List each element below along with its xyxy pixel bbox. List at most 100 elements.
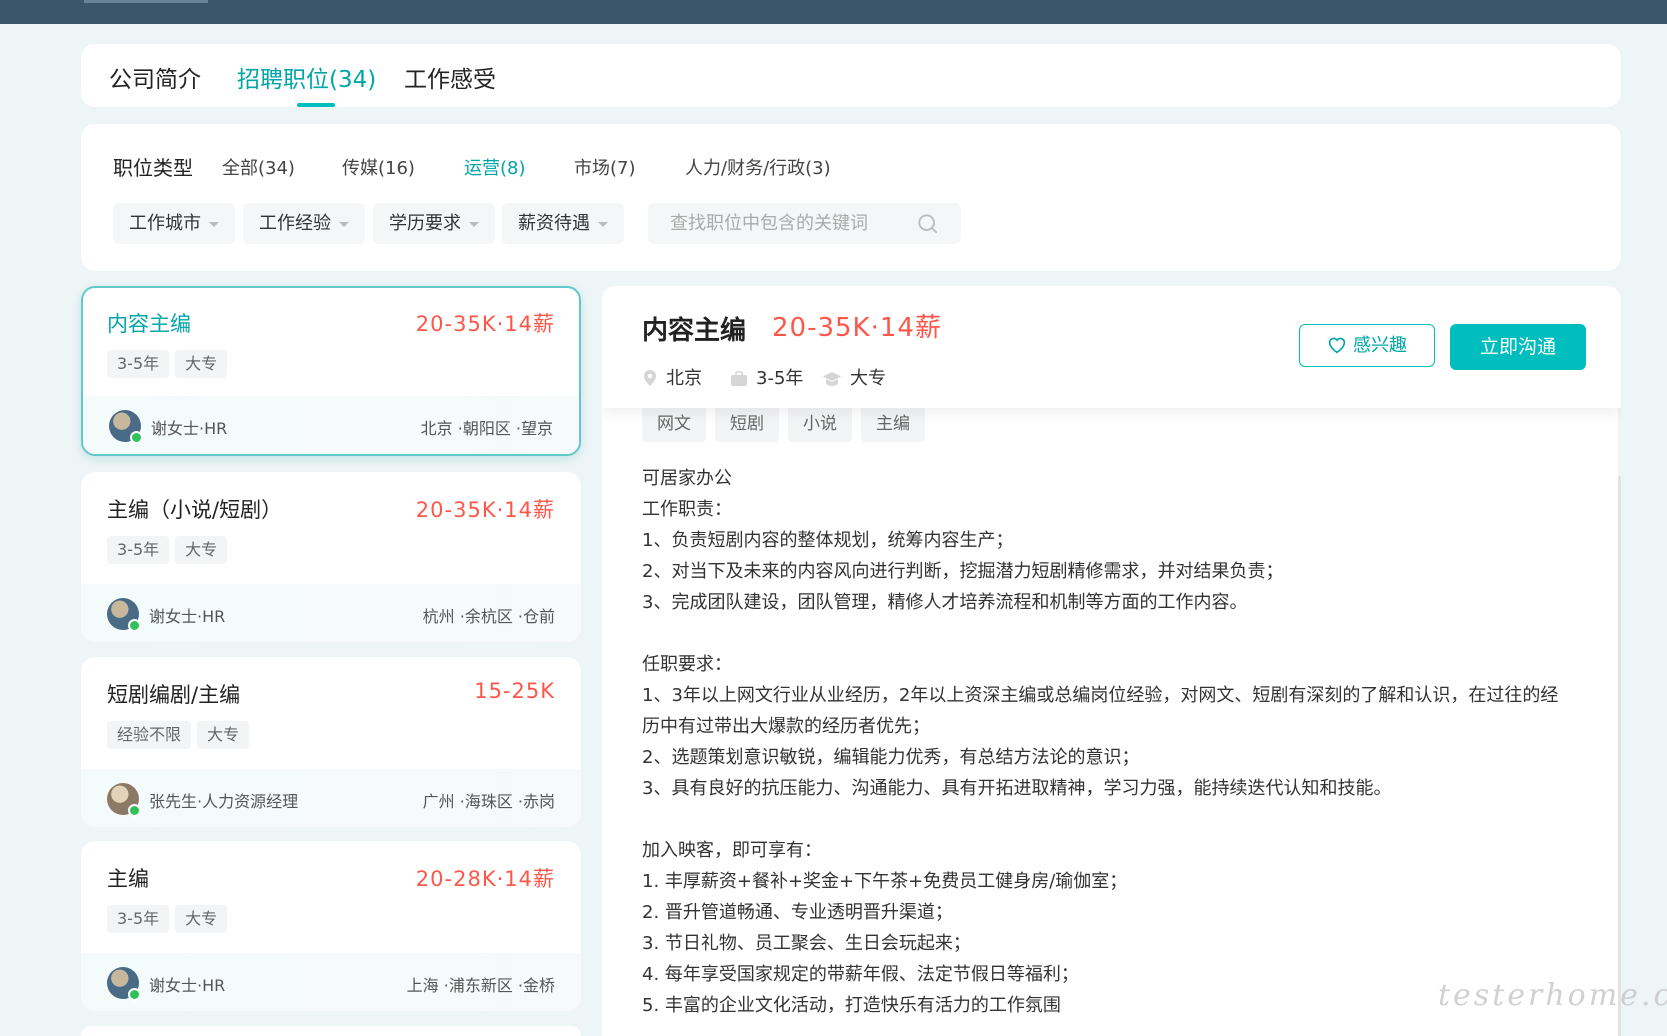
job-card-footer: 谢女士·HR 杭州 ·余杭区 ·仓前	[81, 584, 581, 642]
detail-city-text: 北京	[666, 368, 702, 389]
job-card-footer: 张先生·人力资源经理 广州 ·海珠区 ·赤岗	[81, 769, 581, 827]
detail-experience: 3-5年	[730, 364, 803, 390]
recruiter-name: 谢女士·HR	[149, 976, 226, 995]
dropdown-education-label: 学历要求	[389, 213, 461, 234]
search-icon[interactable]	[917, 213, 939, 235]
tab-company-intro[interactable]: 公司简介	[109, 60, 201, 94]
job-location: 广州 ·海珠区 ·赤岗	[422, 792, 555, 811]
detail-title: 内容主编	[642, 316, 747, 346]
keyword-search	[648, 203, 961, 244]
description-line: 任职要求：	[642, 654, 732, 675]
job-tag: 3-5年	[107, 350, 170, 378]
active-tab-underline	[297, 103, 335, 107]
job-salary: 20-35K·14薪	[415, 498, 555, 522]
job-card[interactable]: 主编（小说/短剧） 20-35K·14薪 3-5年 大专 谢女士·HR 杭州 ·余…	[81, 472, 581, 642]
description-line: 可居家办公	[642, 468, 732, 489]
description-line: 1、负责短剧内容的整体规划，统筹内容生产；	[642, 530, 1014, 551]
job-card[interactable]: 主编 20-28K·14薪 3-5年 大专 谢女士·HR 上海 ·浦东新区 ·金桥	[81, 841, 581, 1011]
job-card-footer: 谢女士·HR 上海 ·浦东新区 ·金桥	[81, 953, 581, 1011]
job-tags: 3-5年 大专	[107, 905, 233, 933]
recruiter-name: 谢女士·HR	[151, 419, 228, 438]
job-detail-header: 内容主编 20-35K·14薪 北京 3-5年 大专 感兴趣 立即沟通	[602, 286, 1621, 408]
description-line	[642, 804, 1592, 835]
keyword-search-input[interactable]	[648, 203, 898, 244]
job-title: 内容主编	[107, 312, 191, 336]
detail-salary: 20-35K·14薪	[772, 313, 942, 343]
chat-now-button[interactable]: 立即沟通	[1450, 324, 1586, 370]
top-navbar	[0, 0, 1667, 24]
tab-work-reviews[interactable]: 工作感受	[404, 60, 496, 94]
caret-down-icon	[209, 221, 219, 227]
job-title: 短剧编剧/主编	[107, 683, 241, 707]
job-tag: 大专	[175, 536, 228, 564]
heart-icon	[1328, 337, 1346, 354]
dropdown-experience[interactable]: 工作经验	[243, 203, 365, 244]
detail-city: 北京	[642, 364, 702, 390]
job-title: 主编	[107, 867, 149, 891]
job-tags: 3-5年 大专	[107, 536, 233, 564]
description-line: 2、对当下及未来的内容风向进行判断，挖掘潜力短剧精修需求，并对结果负责；	[642, 561, 1284, 582]
description-line: 历中有过带出大爆款的经历者优先；	[642, 716, 930, 737]
description-line: 加入映客，即可享有：	[642, 840, 822, 861]
job-filter-panel: 职位类型 全部(34) 传媒(16) 运营(8) 市场(7) 人力/财务/行政(…	[81, 124, 1621, 271]
recruiter-name: 张先生·人力资源经理	[149, 792, 299, 811]
category-media[interactable]: 传媒(16)	[342, 154, 415, 180]
detail-tag: 短剧	[715, 406, 779, 442]
description-line: 3、完成团队建设，团队管理，精修人才培养流程和机制等方面的工作内容。	[642, 592, 1248, 613]
caret-down-icon	[339, 221, 349, 227]
category-all[interactable]: 全部(34)	[222, 154, 295, 180]
job-card[interactable]: 内容主编 20-35K·14薪 3-5年 大专 谢女士·HR 北京 ·朝阳区 ·望…	[81, 286, 581, 456]
job-card[interactable]: 短剧编剧/主编 15-25K 经验不限 大专 张先生·人力资源经理 广州 ·海珠区…	[81, 657, 581, 827]
job-location: 北京 ·朝阳区 ·望京	[420, 419, 553, 438]
dropdown-city-label: 工作城市	[129, 213, 201, 234]
interest-button[interactable]: 感兴趣	[1299, 324, 1435, 367]
job-detail-panel: 内容主编 20-35K·14薪 北京 3-5年 大专 感兴趣 立即沟通 网文 短剧…	[602, 286, 1621, 1036]
avatar	[107, 967, 141, 1001]
job-tag: 大专	[175, 350, 228, 378]
online-status-dot	[128, 804, 141, 817]
watermark: testerhome.com	[1438, 978, 1667, 1013]
job-title: 主编（小说/短剧）	[107, 498, 283, 522]
job-salary: 15-25K	[474, 679, 555, 703]
description-line	[642, 618, 1592, 649]
dropdown-education[interactable]: 学历要求	[373, 203, 495, 244]
description-line: 1. 丰厚薪资+餐补+奖金+下午茶+免费员工健身房/瑜伽室；	[642, 871, 1128, 892]
online-status-dot	[128, 988, 141, 1001]
dropdown-city[interactable]: 工作城市	[113, 203, 235, 244]
category-marketing[interactable]: 市场(7)	[574, 154, 636, 180]
briefcase-icon	[731, 371, 747, 386]
description-line: 3、具有良好的抗压能力、沟通能力、具有开拓进取精神，学习力强，能持续迭代认知和技…	[642, 778, 1392, 799]
navbar-indicator	[84, 0, 208, 3]
job-card[interactable]	[81, 1026, 581, 1036]
job-tag: 经验不限	[107, 721, 192, 749]
detail-tags: 网文 短剧 小说 主编	[642, 406, 934, 442]
caret-down-icon	[469, 221, 479, 227]
category-operations[interactable]: 运营(8)	[464, 154, 526, 180]
category-hr-finance-admin[interactable]: 人力/财务/行政(3)	[685, 154, 831, 180]
filter-title: 职位类型	[113, 156, 193, 180]
detail-education-text: 大专	[850, 368, 886, 389]
online-status-dot	[130, 431, 143, 444]
job-salary: 20-35K·14薪	[415, 312, 555, 336]
job-location: 上海 ·浦东新区 ·金桥	[406, 976, 555, 995]
dropdown-salary[interactable]: 薪资待遇	[502, 203, 624, 244]
avatar	[107, 598, 141, 632]
description-line: 2、选题策划意识敏锐，编辑能力优秀，有总结方法论的意识；	[642, 747, 1140, 768]
job-tags: 经验不限 大专	[107, 721, 255, 749]
job-tag: 3-5年	[107, 905, 170, 933]
tab-job-openings[interactable]: 招聘职位(34)	[237, 60, 376, 94]
avatar	[109, 410, 143, 444]
detail-experience-text: 3-5年	[756, 368, 804, 389]
detail-education: 大专	[822, 364, 886, 390]
job-card-footer: 谢女士·HR 北京 ·朝阳区 ·望京	[83, 396, 579, 454]
dropdown-experience-label: 工作经验	[259, 213, 331, 234]
interest-button-label: 感兴趣	[1353, 335, 1407, 356]
job-tag: 3-5年	[107, 536, 170, 564]
description-line: 1、3年以上网文行业从业经历，2年以上资深主编或总编岗位经验，对网文、短剧有深刻…	[642, 685, 1559, 706]
dropdown-salary-label: 薪资待遇	[518, 213, 590, 234]
job-salary: 20-28K·14薪	[415, 867, 555, 891]
description-line: 工作职责：	[642, 499, 732, 520]
scrollbar-thumb[interactable]	[1618, 476, 1621, 1036]
job-tag: 大专	[175, 905, 228, 933]
company-tabs: 公司简介 招聘职位(34) 工作感受	[81, 44, 1621, 107]
